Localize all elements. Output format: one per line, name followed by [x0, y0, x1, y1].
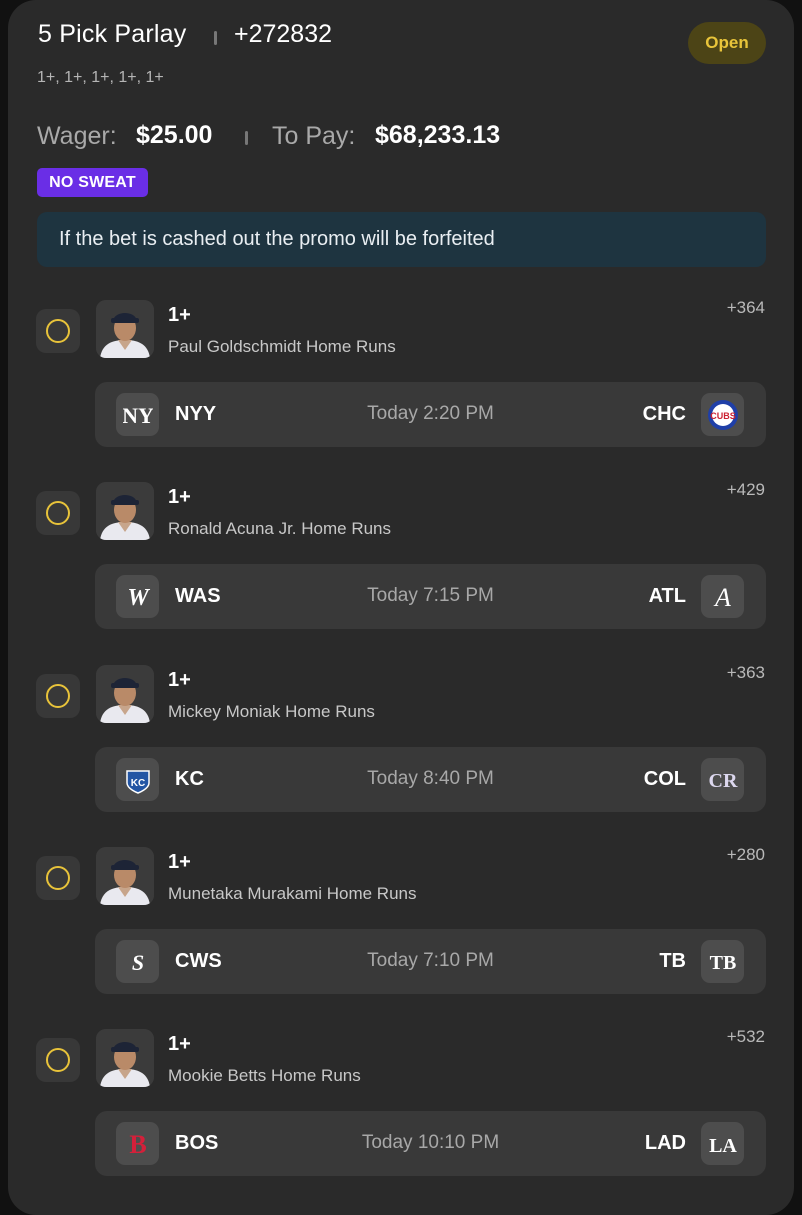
home-team-abbr: COL	[643, 767, 686, 790]
pick-status-icon	[36, 1038, 80, 1083]
pending-circle-icon	[46, 865, 70, 890]
pick-leg[interactable]: 1+ Munetaka Murakami Home Runs +280 S CW…	[8, 845, 794, 1020]
game-matchup[interactable]: W WAS Today 7:15 PM ATL A	[95, 564, 766, 630]
svg-text:LA: LA	[709, 1135, 737, 1157]
pick-line: 1+	[168, 304, 191, 326]
pick-leg[interactable]: 1+ Ronald Acuna Jr. Home Runs +429 W WAS…	[8, 480, 794, 655]
game-matchup[interactable]: NY NYY Today 2:20 PM CHC CUBS	[95, 382, 766, 447]
svg-text:TB: TB	[709, 952, 736, 974]
to-pay-value: $68,233.13	[375, 121, 501, 149]
pick-price: +429	[726, 480, 765, 500]
legs-summary: 1+, 1+, 1+, 1+, 1+	[37, 69, 164, 86]
promo-notice: If the bet is cashed out the promo will …	[37, 212, 766, 267]
pick-line: 1+	[168, 486, 191, 509]
wager-label: Wager:	[37, 122, 117, 150]
title-divider	[214, 31, 217, 45]
cubs-logo-icon: CUBS	[701, 393, 744, 436]
game-matchup[interactable]: S CWS Today 7:10 PM TB TB	[95, 928, 766, 994]
wager-divider	[245, 131, 248, 145]
wager-value: $25.00	[136, 121, 213, 149]
player-headshot-icon	[96, 300, 154, 358]
rays-logo-icon: TB	[701, 939, 744, 983]
pick-line: 1+	[168, 1033, 191, 1056]
pick-price: +280	[726, 844, 765, 864]
home-team-abbr: CHC	[642, 403, 686, 425]
pick-price: +532	[726, 1027, 765, 1047]
pick-status-icon	[36, 855, 80, 900]
bet-title: 5 Pick Parlay	[38, 20, 187, 48]
pick-leg[interactable]: 1+ Paul Goldschmidt Home Runs +364 NY NY…	[8, 298, 794, 473]
pick-status-icon	[36, 309, 80, 353]
pick-price: +364	[726, 298, 765, 317]
pick-price: +363	[726, 662, 765, 682]
pick-market: Paul Goldschmidt Home Runs	[168, 337, 396, 356]
player-headshot-icon	[96, 1029, 154, 1088]
svg-text:CUBS: CUBS	[710, 411, 736, 421]
bet-card: 5 Pick Parlay +272832 Open 1+, 1+, 1+, 1…	[8, 0, 794, 1215]
promo-badge: NO SWEAT	[37, 168, 148, 197]
game-matchup[interactable]: B BOS Today 10:10 PM LAD LA	[95, 1111, 766, 1177]
to-pay-label: To Pay:	[272, 122, 356, 150]
player-headshot-icon	[96, 482, 154, 541]
parlay-odds: +272832	[234, 20, 333, 48]
pick-market: Munetaka Murakami Home Runs	[168, 883, 417, 903]
rockies-logo-icon: CR	[701, 757, 744, 801]
pending-circle-icon	[46, 501, 70, 526]
home-team-abbr: LAD	[644, 1132, 686, 1155]
pick-leg[interactable]: 1+ Mookie Betts Home Runs +532 B BOS Tod…	[8, 1027, 794, 1202]
home-team-abbr: TB	[659, 949, 686, 972]
pending-circle-icon	[46, 1048, 70, 1073]
home-team-abbr: ATL	[648, 585, 686, 608]
pick-status-icon	[36, 673, 80, 718]
svg-text:A: A	[713, 583, 731, 612]
svg-text:CR: CR	[708, 770, 737, 792]
player-headshot-icon	[96, 846, 154, 905]
pending-circle-icon	[46, 319, 70, 343]
dodgers-logo-icon: LA	[701, 1122, 744, 1166]
pick-line: 1+	[168, 850, 191, 873]
braves-logo-icon: A	[701, 575, 744, 619]
pick-status-icon	[36, 491, 80, 536]
status-badge: Open	[688, 22, 766, 64]
pick-leg[interactable]: 1+ Mickey Moniak Home Runs +363 KC KC To…	[8, 663, 794, 838]
pending-circle-icon	[46, 683, 70, 708]
pick-line: 1+	[168, 668, 191, 691]
pick-market: Mickey Moniak Home Runs	[168, 701, 375, 721]
player-headshot-icon	[96, 664, 154, 723]
pick-market: Mookie Betts Home Runs	[168, 1066, 361, 1086]
pick-market: Ronald Acuna Jr. Home Runs	[168, 519, 392, 539]
game-matchup[interactable]: KC KC Today 8:40 PM COL CR	[95, 746, 766, 812]
